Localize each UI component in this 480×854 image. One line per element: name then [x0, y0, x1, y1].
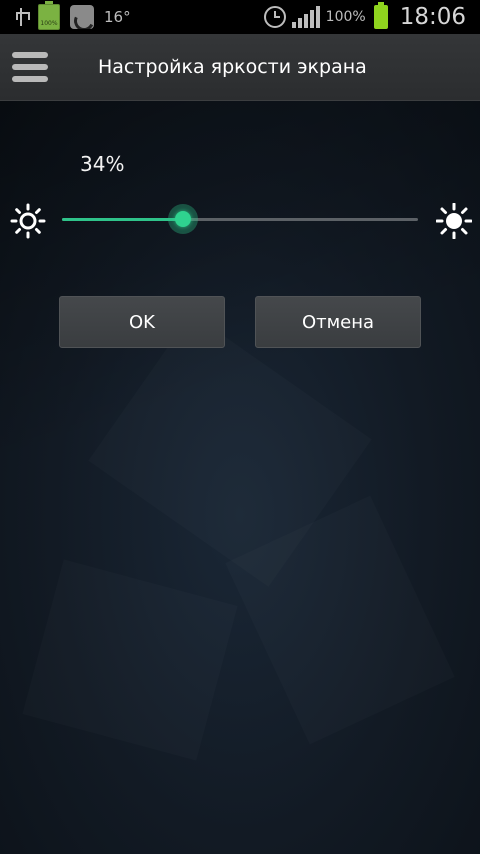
battery-percent: 100%	[325, 9, 366, 25]
page-title: Настройка яркости экрана	[98, 56, 367, 78]
brightness-percent: 34%	[80, 152, 125, 176]
title-bar: Настройка яркости экрана	[0, 34, 480, 101]
sun-dim-icon	[10, 203, 46, 239]
temperature-text: 16°	[104, 8, 131, 26]
battery-small-label: 100%	[40, 20, 58, 27]
alarm-icon	[263, 6, 286, 28]
ok-button[interactable]: OK	[59, 296, 225, 348]
slider-fill	[62, 218, 184, 221]
hamburger-menu-icon[interactable]	[12, 52, 48, 82]
status-bar: 100% 16° 100% 18:06	[0, 0, 480, 34]
sun-bright-icon	[436, 203, 472, 239]
clock: 18:06	[399, 4, 466, 30]
signal-icon	[291, 6, 320, 28]
usb-icon	[14, 6, 30, 28]
slider-thumb[interactable]	[168, 204, 199, 234]
battery-icon	[373, 2, 388, 29]
battery-small-icon: 100%	[38, 1, 60, 30]
cancel-button[interactable]: Отмена	[255, 296, 421, 348]
satellite-icon	[70, 5, 94, 29]
brightness-slider[interactable]	[62, 204, 418, 236]
